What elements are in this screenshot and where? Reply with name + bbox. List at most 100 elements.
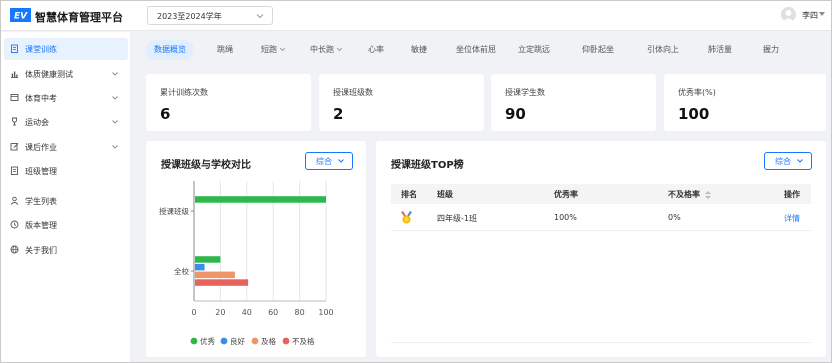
stat-label: 优秀率(%) [678, 88, 716, 97]
tab-label: 立定跳远 [518, 45, 550, 54]
sort-icon[interactable] [705, 191, 711, 199]
stat-value: 90 [505, 105, 526, 123]
row-excellent-rate: 100% [554, 213, 577, 222]
sidebar-item[interactable]: 学生列表 [4, 190, 128, 212]
chevron-down-icon [338, 159, 344, 163]
tab[interactable]: 短跑 [261, 40, 286, 60]
school-year-value: 2023至2024学年 [157, 12, 222, 21]
top-bar: EV 智慧体育管理平台 2023至2024学年 李四 [1, 1, 831, 31]
sidebar-item[interactable]: 体质健康测试 [4, 63, 128, 85]
chart-tick-label: 40 [242, 308, 252, 317]
legend-marker [282, 337, 290, 345]
col-rank: 排名 [401, 190, 417, 199]
chevron-down-icon [112, 120, 118, 124]
user-name[interactable]: 李四 [802, 10, 818, 21]
tab[interactable]: 敏捷 [411, 40, 427, 60]
compare-panel-title: 授课班级与学校对比 [161, 160, 251, 171]
col-fail-rate[interactable]: 不及格率 [668, 189, 700, 200]
chevron-down-icon [336, 47, 343, 52]
chevron-down-icon [112, 72, 118, 76]
tab-label: 中长跑 [310, 45, 334, 54]
sidebar-item-label: 关于我们 [25, 246, 57, 255]
sidebar-item-label: 班级管理 [25, 167, 57, 176]
stat-card-excellent-rate: 优秀率(%) 100 [664, 74, 826, 131]
chevron-down-icon [279, 47, 286, 52]
chevron-down-icon [112, 145, 118, 149]
top-panel-title: 授课班级TOP榜 [391, 160, 464, 171]
legend-marker [190, 337, 198, 345]
legend-marker [251, 337, 259, 345]
col-class: 班级 [437, 190, 453, 199]
tab-label: 引体向上 [647, 45, 679, 54]
tab[interactable]: 坐位体前屈 [456, 40, 496, 60]
chevron-down-icon [256, 14, 264, 19]
sidebar-item[interactable]: 体育中考 [4, 87, 128, 109]
app-title: 智慧体育管理平台 [35, 11, 123, 24]
tab[interactable]: 引体向上 [647, 40, 679, 60]
stat-card-training-count: 累计训练次数 6 [146, 74, 311, 131]
tab[interactable]: 中长跑 [310, 40, 343, 60]
chart-bar-及格 [195, 271, 235, 279]
legend-label: 不及格 [292, 336, 315, 346]
bar-chart-icon [11, 71, 18, 78]
chart-tick-label: 60 [268, 308, 278, 317]
medal-icon [401, 211, 412, 224]
app-frame: EV 智慧体育管理平台 2023至2024学年 李四 课堂训练体质健康测试体育中… [0, 0, 832, 363]
stat-card-student-count: 授课学生数 90 [491, 74, 656, 131]
school-year-select[interactable]: 2023至2024学年 [147, 6, 273, 25]
tab[interactable]: 数据概览 [146, 40, 194, 60]
stat-value: 6 [160, 105, 171, 123]
sidebar-item-label: 运动会 [25, 118, 49, 127]
table-bottom-divider [391, 342, 811, 343]
tab-label: 敏捷 [411, 45, 427, 54]
stat-value: 2 [333, 105, 344, 123]
tab-label: 握力 [763, 45, 779, 54]
user-icon [10, 196, 19, 205]
chevron-down-icon [797, 159, 803, 163]
avatar[interactable] [781, 7, 796, 22]
sidebar-item-label: 版本管理 [25, 221, 57, 230]
sidebar-item[interactable]: 运动会 [4, 111, 128, 133]
tab-label: 坐位体前屈 [456, 45, 496, 54]
tab[interactable]: 肺活量 [708, 40, 732, 60]
tab[interactable]: 仰卧起坐 [582, 40, 614, 60]
sidebar: 课堂训练体质健康测试体育中考运动会课后作业班级管理学生列表版本管理关于我们 [1, 32, 131, 362]
logo-icon: EV [10, 8, 31, 22]
chart-bar-优秀 [195, 196, 326, 203]
trophy-icon [12, 117, 17, 126]
legend-label: 优秀 [200, 336, 215, 346]
chart-bar-优秀 [195, 256, 221, 263]
clipboard-icon [11, 44, 18, 53]
top-metric-select[interactable]: 综合 [764, 152, 812, 170]
caret-down-icon[interactable] [819, 12, 825, 16]
tab-label: 短跑 [261, 45, 277, 54]
tab-label: 心率 [368, 45, 384, 54]
sidebar-item[interactable]: 关于我们 [4, 239, 128, 261]
top-metric-value: 综合 [775, 157, 791, 166]
chart-tick-label: 100 [318, 308, 333, 317]
svg-text:EV: EV [14, 12, 28, 22]
compare-metric-value: 综合 [316, 157, 332, 166]
sidebar-item[interactable]: 版本管理 [4, 214, 128, 236]
exam-icon [10, 94, 19, 101]
compare-metric-select[interactable]: 综合 [305, 152, 353, 170]
detail-link[interactable]: 详情 [784, 213, 800, 224]
tab-bar: 数据概览 跳绳 短跑 中长跑 心率 敏捷 坐位体前屈 立定跳远 仰卧起坐 引体向上 肺活量 握力 [146, 40, 826, 60]
tab[interactable]: 握力 [763, 40, 779, 60]
sidebar-item-label: 体育中考 [25, 94, 57, 103]
sidebar-item-label: 学生列表 [25, 197, 57, 206]
history-icon [10, 220, 19, 229]
chart-tick-label: 20 [215, 308, 225, 317]
tab[interactable]: 立定跳远 [518, 40, 550, 60]
sidebar-item[interactable]: 课后作业 [4, 136, 128, 158]
tab[interactable]: 心率 [368, 40, 384, 60]
chart-tick-label: 80 [295, 308, 305, 317]
tab-label: 数据概览 [154, 45, 186, 54]
stat-label: 累计训练次数 [160, 88, 208, 97]
legend-marker [220, 337, 228, 345]
sidebar-item-label: 课堂训练 [25, 45, 57, 54]
sidebar-item[interactable]: 班级管理 [4, 160, 128, 182]
tab[interactable]: 跳绳 [217, 40, 233, 60]
sidebar-item[interactable]: 课堂训练 [4, 38, 128, 60]
col-excellent-rate: 优秀率 [554, 190, 578, 199]
